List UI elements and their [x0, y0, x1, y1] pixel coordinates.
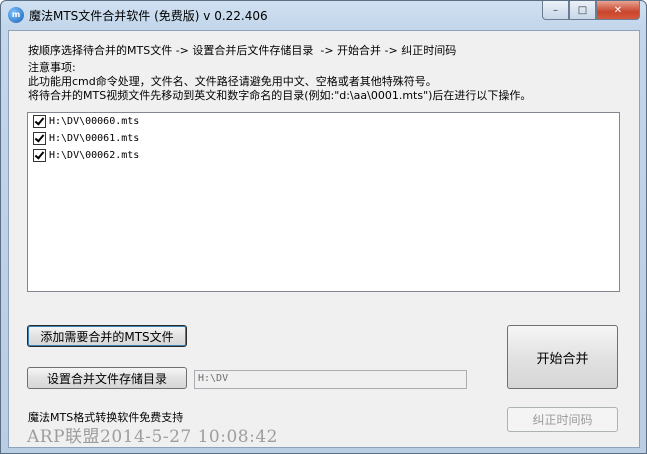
app-logo-icon: m	[8, 7, 24, 23]
maximize-button[interactable]: □	[569, 1, 596, 20]
main-panel: 按顺序选择待合并的MTS文件 -> 设置合并后文件存储目录 -> 开始合并 ->…	[8, 30, 640, 448]
notes-title: 注意事项:	[28, 61, 76, 74]
file-checkbox[interactable]	[33, 132, 46, 145]
close-icon: ✕	[613, 4, 623, 16]
file-checkbox[interactable]	[33, 149, 46, 162]
minimize-icon: –	[553, 4, 558, 16]
note-line-1: 此功能用cmd命令处理，文件名、文件路径请避免用中文、空格或者其他特殊符号。	[28, 75, 437, 88]
output-dir-field[interactable]: H:\DV	[194, 370, 467, 389]
fix-timecode-button[interactable]: 纠正时间码	[507, 407, 618, 432]
file-name: H:\DV\00061.mts	[49, 133, 140, 144]
timestamp-watermark: ARP联盟2014-5-27 10:08:42	[27, 427, 278, 447]
window-title: 魔法MTS文件合并软件 (免费版) v 0.22.406	[29, 9, 268, 23]
add-files-button[interactable]: 添加需要合并的MTS文件	[27, 325, 187, 347]
minimize-button[interactable]: –	[542, 1, 569, 20]
steps-instruction: 按顺序选择待合并的MTS文件 -> 设置合并后文件存储目录 -> 开始合并 ->…	[28, 44, 457, 57]
app-window: m 魔法MTS文件合并软件 (免费版) v 0.22.406 – □ ✕ 按顺序…	[0, 0, 647, 454]
file-checkbox[interactable]	[33, 115, 46, 128]
caption-buttons: – □ ✕	[542, 1, 640, 20]
list-item[interactable]: H:\DV\00060.mts	[33, 113, 619, 130]
set-output-dir-button[interactable]: 设置合并文件存储目录	[27, 367, 187, 389]
start-merge-button[interactable]: 开始合并	[507, 325, 618, 389]
list-item[interactable]: H:\DV\00062.mts	[33, 147, 619, 164]
file-name: H:\DV\00060.mts	[49, 116, 140, 127]
close-button[interactable]: ✕	[596, 1, 640, 20]
note-line-2: 将待合并的MTS视频文件先移动到英文和数字命名的目录(例如:"d:\aa\000…	[28, 89, 532, 102]
file-list[interactable]: H:\DV\00060.mts H:\DV\00061.mts H:\DV\00…	[27, 112, 620, 292]
maximize-icon: □	[577, 4, 588, 16]
file-name: H:\DV\00062.mts	[49, 150, 140, 161]
title-bar[interactable]: m 魔法MTS文件合并软件 (免费版) v 0.22.406 – □ ✕	[1, 1, 646, 29]
notes-section: 注意事项: 此功能用cmd命令处理，文件名、文件路径请避免用中文、空格或者其他特…	[28, 61, 531, 103]
list-item[interactable]: H:\DV\00061.mts	[33, 130, 619, 147]
